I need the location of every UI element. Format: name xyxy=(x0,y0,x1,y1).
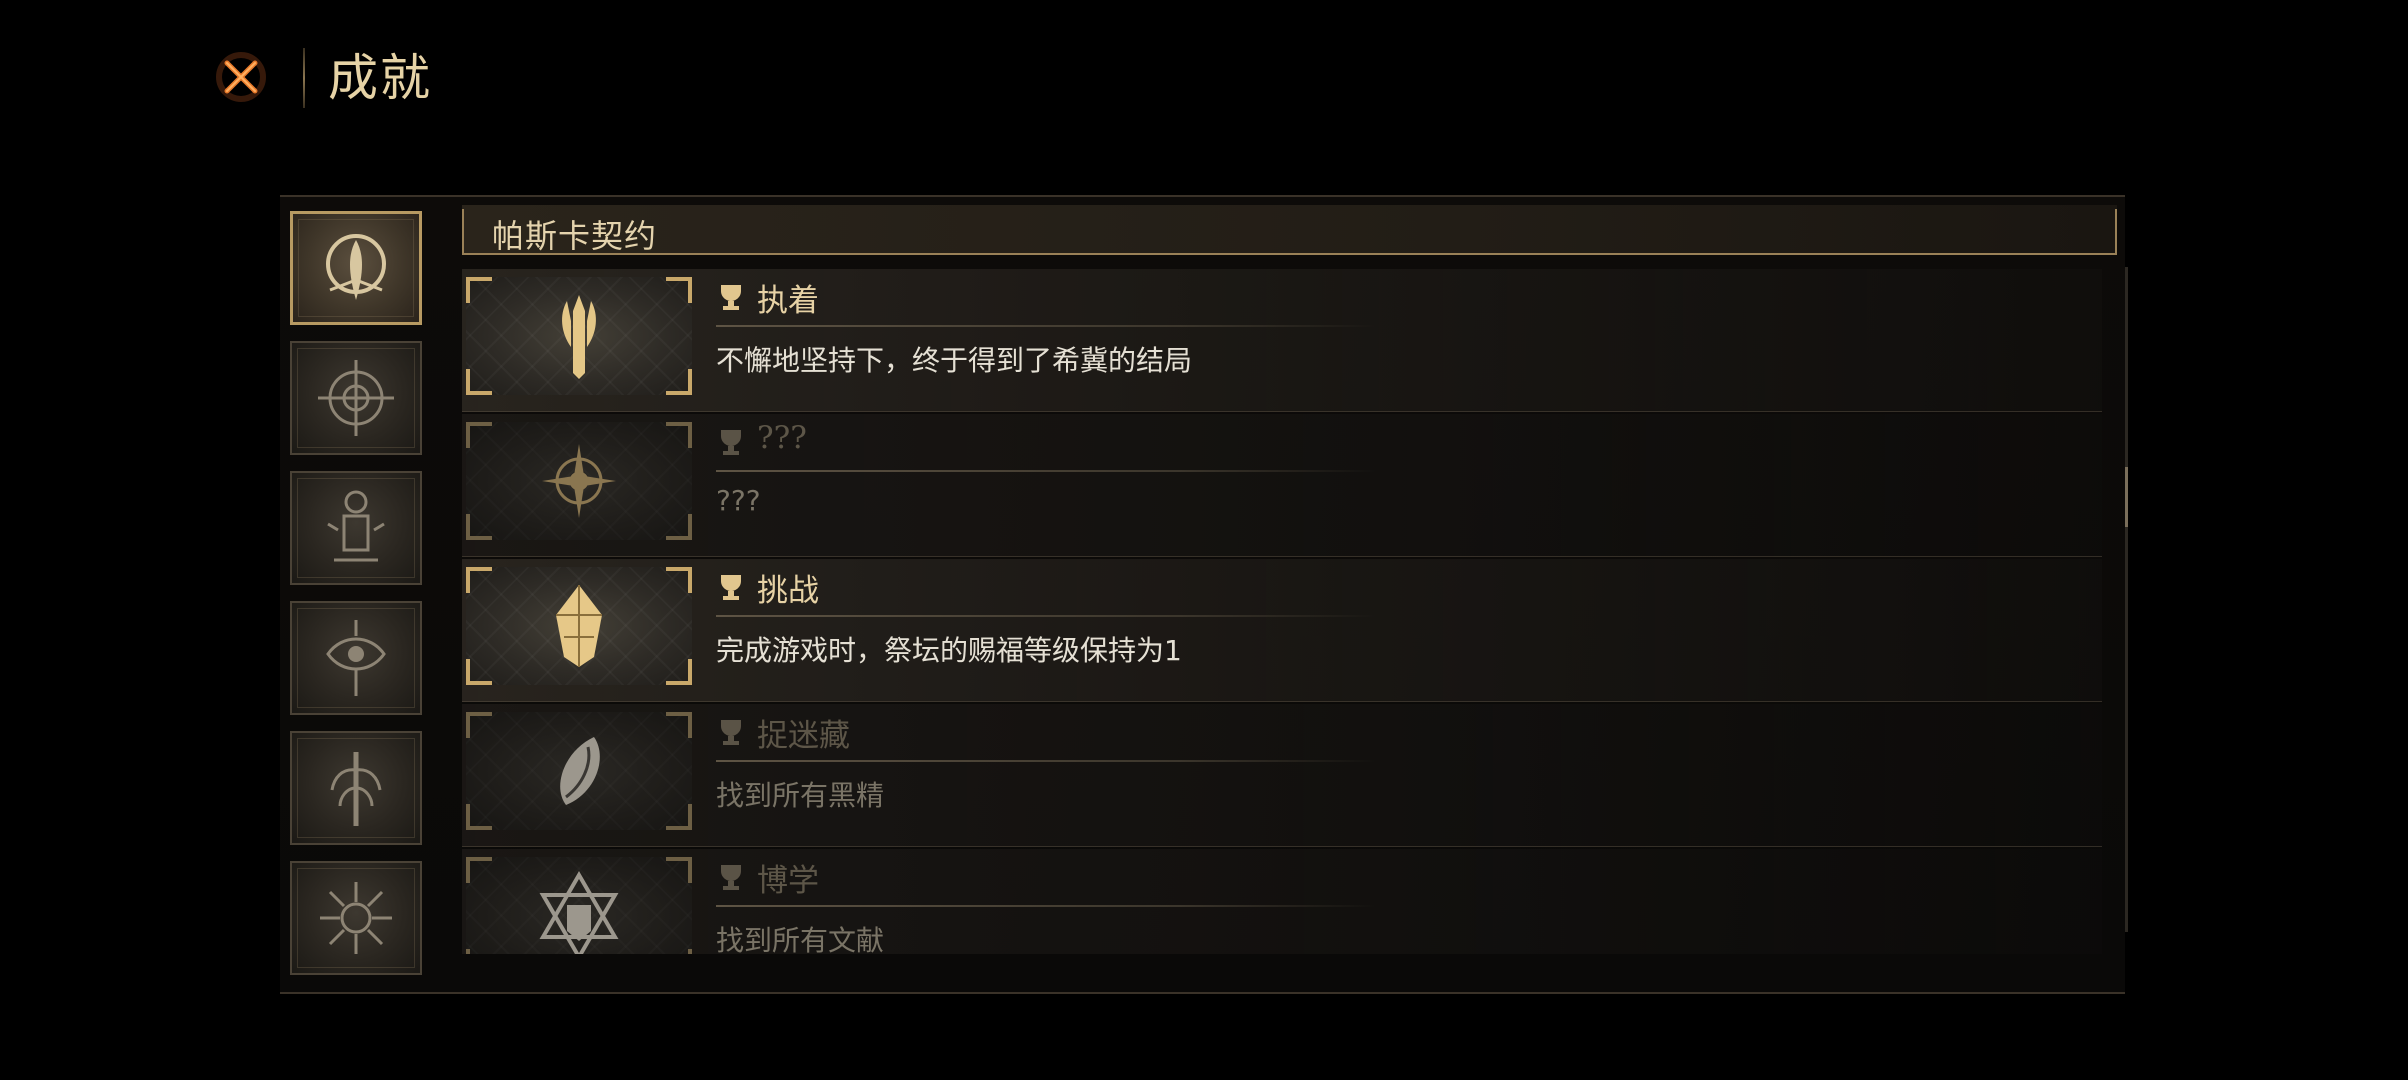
achievement-title: 博学 xyxy=(757,863,819,899)
achievement-row[interactable]: 执着 不懈地坚持下，终于得到了希冀的结局 xyxy=(462,269,2102,412)
close-button[interactable] xyxy=(212,48,270,106)
achievement-panel: 帕斯卡契约 执着 不懈地坚持下，终于得到了希冀的结局 ??? ??? 挑战 完成… xyxy=(280,195,2128,994)
claw-emblem-icon xyxy=(562,295,596,379)
star-helm-emblem-icon xyxy=(539,871,619,954)
crystal-emblem-icon xyxy=(556,585,602,667)
achievement-title: 挑战 xyxy=(757,573,819,609)
trophy-icon xyxy=(721,720,741,745)
tree-sigil-icon xyxy=(330,752,382,826)
crescent-sigil-icon xyxy=(326,234,386,300)
achievement-description: 找到所有黑精 xyxy=(716,779,885,812)
achievement-description: 找到所有文献 xyxy=(716,924,885,954)
achievement-title: ??? xyxy=(757,420,807,456)
starburst-sigil-icon xyxy=(320,882,392,954)
achievement-thumbnail xyxy=(466,567,692,685)
achievement-description: 完成游戏时，祭坛的赐福等级保持为1 xyxy=(716,634,1182,667)
category-tab-6[interactable] xyxy=(290,861,422,975)
achievement-list[interactable]: 执着 不懈地坚持下，终于得到了希冀的结局 ??? ??? 挑战 完成游戏时，祭坛… xyxy=(462,269,2102,954)
achievement-title: 捉迷藏 xyxy=(757,718,850,754)
compass-sigil-icon xyxy=(318,360,394,436)
trophy-icon xyxy=(721,285,741,310)
achievement-thumbnail xyxy=(466,712,692,830)
trophy-icon xyxy=(721,865,741,890)
achievement-row[interactable]: 捉迷藏 找到所有黑精 xyxy=(462,704,2102,847)
close-icon xyxy=(216,52,266,102)
achievement-description: ??? xyxy=(716,484,761,517)
category-tab-2[interactable] xyxy=(290,341,422,455)
category-sidebar xyxy=(290,211,426,991)
category-tab-1[interactable] xyxy=(290,211,422,325)
section-title: 帕斯卡契约 xyxy=(492,217,658,255)
category-tab-3[interactable] xyxy=(290,471,422,585)
achievements-screen: 成就 帕斯卡契约 执着 不懈地坚持下，终于得到了希冀的结局 ??? ??? 挑战… xyxy=(0,0,2408,1080)
achievement-title: 执着 xyxy=(757,283,819,319)
achievement-row[interactable]: ??? ??? xyxy=(462,414,2102,557)
achievement-row[interactable]: 挑战 完成游戏时，祭坛的赐福等级保持为1 xyxy=(462,559,2102,702)
trophy-icon xyxy=(721,430,741,455)
scrollbar-thumb[interactable] xyxy=(2125,467,2128,527)
achievement-thumbnail xyxy=(466,422,692,540)
page-title: 成就 xyxy=(328,49,432,107)
eye-sigil-icon xyxy=(326,620,386,696)
scrollbar[interactable] xyxy=(2125,267,2128,932)
trophy-icon xyxy=(721,575,741,600)
header-divider xyxy=(303,48,305,108)
achievement-row[interactable]: 博学 找到所有文献 xyxy=(462,849,2102,954)
category-tab-5[interactable] xyxy=(290,731,422,845)
achievement-thumbnail xyxy=(466,857,692,954)
achievement-description: 不懈地坚持下，终于得到了希冀的结局 xyxy=(716,344,1193,377)
achievement-thumbnail xyxy=(466,277,692,395)
section-header: 帕斯卡契约 xyxy=(462,205,2117,255)
lantern-sigil-icon xyxy=(327,490,385,562)
locked-compass-emblem-icon xyxy=(542,444,616,518)
category-tab-4[interactable] xyxy=(290,601,422,715)
seed-emblem-icon xyxy=(560,737,600,805)
